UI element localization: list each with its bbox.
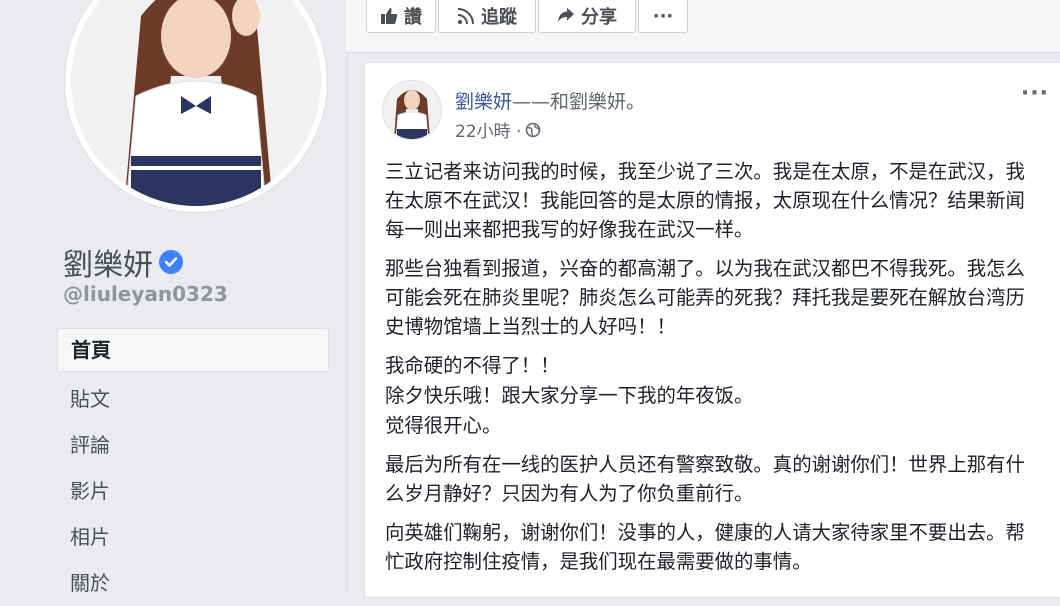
post-paragraph: 我命硬的不得了！！ bbox=[385, 354, 560, 377]
page-name: 劉樂妍 bbox=[63, 240, 183, 284]
post-body: 三立记者来访问我的时候，我至少说了三次。我是在太原，不是在武汉，我在太原不在武汉… bbox=[385, 157, 1041, 586]
nav-item-home[interactable]: 首頁 bbox=[57, 328, 329, 372]
more-options-label: ··· bbox=[652, 5, 674, 27]
like-button[interactable]: 讚 bbox=[366, 0, 436, 33]
follow-label: 追蹤 bbox=[481, 7, 517, 28]
page-action-bar: 讚 追蹤 分享 ··· bbox=[346, 0, 1060, 53]
post-meta: 22小時 · bbox=[455, 117, 541, 142]
post-card: 劉樂妍——和劉樂妍。 22小時 · ··· 三立记者来访问我的时候，我至少说了三… bbox=[364, 62, 1060, 598]
share-arrow-icon bbox=[558, 8, 574, 22]
post-header: 劉樂妍——和劉樂妍。 bbox=[455, 87, 645, 114]
verified-badge-icon bbox=[159, 250, 183, 274]
left-column: 劉樂妍 @liuleyan0323 首頁 貼文 評論 影片 相片 關於 bbox=[0, 0, 346, 596]
profile-picture[interactable] bbox=[65, 0, 327, 212]
page-handle[interactable]: @liuleyan0323 bbox=[63, 282, 228, 306]
column-divider bbox=[346, 0, 347, 596]
page-nav: 首頁 貼文 評論 影片 相片 關於 bbox=[57, 328, 329, 606]
follow-button[interactable]: 追蹤 bbox=[438, 0, 536, 33]
more-options-button[interactable]: ··· bbox=[638, 0, 688, 33]
page-name-text: 劉樂妍 bbox=[63, 248, 153, 283]
post-with-text: ——和劉樂妍。 bbox=[512, 91, 646, 113]
thumbs-up-icon bbox=[381, 8, 398, 24]
share-button[interactable]: 分享 bbox=[538, 0, 636, 33]
post-author-link[interactable]: 劉樂妍 bbox=[455, 91, 512, 113]
check-icon bbox=[164, 257, 178, 267]
post-paragraph: 最后为所有在一线的医护人员还有警察致敬。真的谢谢你们！世界上那有什么岁月静好？只… bbox=[385, 453, 1025, 505]
post-author-avatar[interactable] bbox=[383, 81, 441, 139]
globe-icon bbox=[526, 122, 541, 137]
post-paragraph: 向英雄们鞠躬，谢谢你们！没事的人，健康的人请大家待家里不要出去。帮忙政府控制住疫… bbox=[385, 521, 1025, 573]
nav-item-photos[interactable]: 相片 bbox=[57, 514, 329, 560]
nav-item-posts[interactable]: 貼文 bbox=[57, 376, 329, 422]
like-label: 讚 bbox=[404, 7, 422, 28]
share-label: 分享 bbox=[581, 7, 617, 28]
post-timestamp[interactable]: 22小時 · bbox=[455, 117, 521, 142]
rss-icon bbox=[457, 8, 474, 25]
profile-photo bbox=[71, 0, 321, 206]
post-more-options-button[interactable]: ··· bbox=[1021, 81, 1049, 106]
post-paragraph: 三立记者来访问我的时候，我至少说了三次。我是在太原，不是在武汉，我在太原不在武汉… bbox=[385, 160, 1025, 241]
post-paragraph: 除夕快乐哦！跟大家分享一下我的年夜饭。 bbox=[385, 384, 754, 407]
nav-item-videos[interactable]: 影片 bbox=[57, 468, 329, 514]
post-paragraph: 觉得很开心。 bbox=[385, 414, 502, 437]
nav-item-reviews[interactable]: 評論 bbox=[57, 422, 329, 468]
nav-item-about[interactable]: 關於 bbox=[57, 560, 329, 606]
post-paragraph: 那些台独看到报道，兴奋的都高潮了。以为我在武汉都巴不得我死。我怎么可能会死在肺炎… bbox=[385, 257, 1025, 338]
